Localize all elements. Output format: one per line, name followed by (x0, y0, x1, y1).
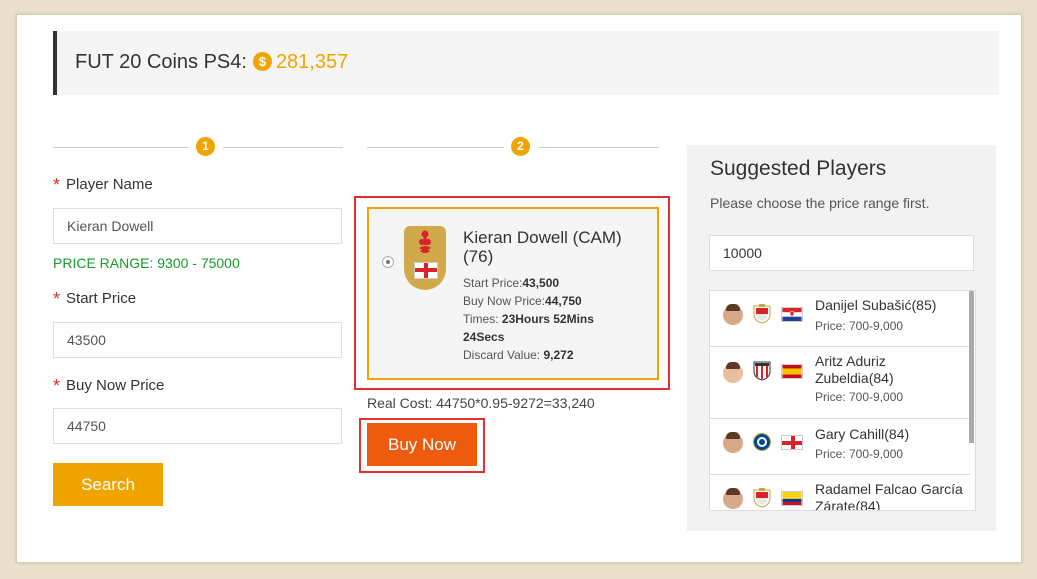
athletic-bilbao-crest-icon (753, 361, 771, 381)
monaco-crest-icon (753, 304, 771, 324)
price-range-text: PRICE RANGE: 9300 - 75000 (53, 255, 240, 271)
card-discard-label: Discard Value: (463, 348, 541, 362)
card-discard-value: Discard Value: 9,272 (463, 348, 574, 362)
list-item[interactable]: Aritz Aduriz Zubeldia(84) Price: 700-9,0… (710, 347, 970, 419)
player-name-label: * Player Name (53, 175, 153, 196)
suggested-players-title: Suggested Players (710, 157, 887, 180)
coin-icon: $ (252, 52, 272, 71)
step-two-line-right (539, 147, 659, 148)
player-badge-icon (404, 226, 446, 290)
player-face-icon (723, 304, 743, 325)
step-two-indicator: 2 (367, 137, 659, 157)
suggested-player-name: Gary Cahill(84) (815, 426, 910, 442)
buy-now-price-label: * Buy Now Price (53, 376, 164, 397)
suggested-players-hint: Please choose the price range first. (710, 195, 930, 211)
player-card-name: Kieran Dowell (CAM) (76) (463, 228, 622, 266)
suggested-player-price: Price: 700-9,000 (815, 390, 904, 404)
card-start-price: Start Price:43,500 (463, 276, 559, 290)
chelsea-crest-icon (753, 433, 771, 451)
card-times-cont: 24Secs (463, 330, 504, 344)
player-face-icon (723, 432, 743, 453)
coins-header: FUT 20 Coins PS4: $281,357 (53, 31, 999, 95)
list-item[interactable]: Gary Cahill(84) Price: 700-9,000 (710, 419, 970, 475)
card-discard-amount: 9,272 (543, 348, 574, 362)
required-mark: * (53, 175, 61, 195)
nottingham-forest-crest-icon (419, 230, 431, 253)
card-times: Times: 23Hours 52Mins (463, 312, 594, 326)
step-one-indicator: 1 (53, 137, 343, 157)
search-button[interactable]: Search (53, 463, 163, 506)
card-buy-now-value: 44,750 (545, 294, 582, 308)
list-item[interactable]: Radamel Falcao García Zárate(84) (710, 475, 970, 511)
start-price-label: * Start Price (53, 289, 136, 310)
colombia-flag-icon (781, 491, 803, 506)
player-name-label-text: Player Name (66, 176, 153, 193)
step-two-line-left (367, 147, 504, 148)
buy-now-price-label-text: Buy Now Price (66, 377, 165, 394)
spain-flag-icon (781, 364, 803, 379)
card-start-price-value: 43,500 (522, 276, 560, 290)
monaco-crest-icon (753, 488, 771, 508)
card-times-value-2: 24Secs (463, 330, 505, 344)
player-name-input[interactable]: Kieran Dowell (53, 208, 342, 244)
england-flag-icon (414, 262, 438, 279)
suggested-player-name: Danijel Subašić(85) (815, 297, 937, 313)
step-two-number: 2 (511, 137, 530, 156)
suggested-player-name: Radamel Falcao García Zárate(84) (815, 481, 963, 511)
player-face-icon (723, 362, 743, 383)
header-title: FUT 20 Coins PS4: $281,357 (75, 51, 348, 74)
header-title-text: FUT 20 Coins PS4: (75, 51, 247, 73)
card-times-label: Times: (463, 312, 499, 326)
list-scrollbar[interactable] (969, 291, 974, 443)
price-filter-input[interactable]: 10000 (709, 235, 974, 271)
suggested-players-panel: Suggested Players Please choose the pric… (687, 145, 996, 531)
step-one-line-right (223, 147, 343, 148)
player-face-icon (723, 488, 743, 509)
required-mark: * (53, 289, 61, 309)
list-item[interactable]: Danijel Subašić(85) Price: 700-9,000 (710, 291, 970, 347)
suggested-players-list: Danijel Subašić(85) Price: 700-9,000 Ari… (709, 290, 976, 511)
coin-amount: 281,357 (275, 51, 349, 73)
buy-now-price-input[interactable]: 44750 (53, 408, 342, 444)
player-card[interactable]: Kieran Dowell (CAM) (76) Start Price:43,… (367, 207, 659, 380)
buy-now-button[interactable]: Buy Now (367, 423, 477, 466)
england-flag-icon (781, 435, 803, 450)
real-cost-text: Real Cost: 44750*0.95-9272=33,240 (367, 395, 595, 411)
card-buy-now-label: Buy Now Price: (463, 294, 546, 308)
start-price-input[interactable]: 43500 (53, 322, 342, 358)
start-price-label-text: Start Price (66, 290, 137, 307)
step-one-line-left (53, 147, 188, 148)
suggested-player-price: Price: 700-9,000 (815, 319, 904, 333)
page-frame: FUT 20 Coins PS4: $281,357 1 2 * Player Na… (16, 14, 1022, 563)
card-buy-now-price: Buy Now Price:44,750 (463, 294, 582, 308)
card-start-price-label: Start Price: (463, 276, 523, 290)
card-times-value-1: 23Hours 52Mins (501, 312, 594, 326)
required-mark: * (53, 376, 61, 396)
player-select-radio[interactable] (382, 256, 394, 268)
suggested-player-name: Aritz Aduriz Zubeldia(84) (815, 353, 894, 386)
suggested-player-price: Price: 700-9,000 (815, 447, 904, 461)
step-one-number: 1 (196, 137, 215, 156)
croatia-flag-icon (781, 307, 803, 322)
